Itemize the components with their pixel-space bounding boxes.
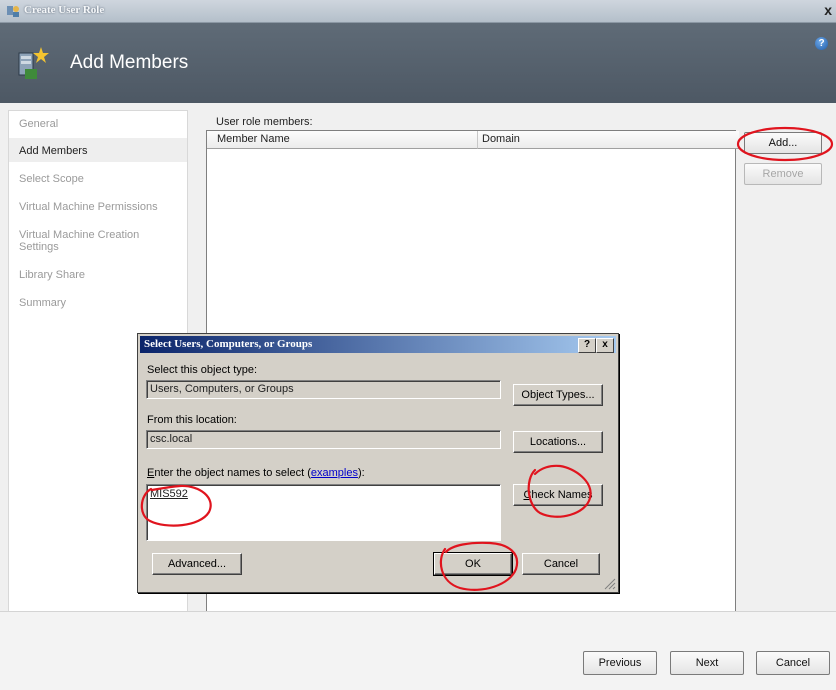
object-types-button[interactable]: Object Types... <box>513 384 603 406</box>
page-header: Add Members ? <box>0 23 836 103</box>
help-icon[interactable]: ? <box>815 37 828 50</box>
previous-button[interactable]: Previous <box>583 651 657 675</box>
resize-grip-icon[interactable] <box>604 578 616 590</box>
object-type-label: Select this object type: <box>147 364 258 376</box>
nav-item-add-members[interactable]: Add Members <box>19 145 87 157</box>
column-domain[interactable]: Domain <box>478 131 739 149</box>
ok-button[interactable]: OK <box>433 552 513 576</box>
dialog-close-icon[interactable]: x <box>596 338 614 353</box>
user-role-icon <box>7 6 19 17</box>
examples-link[interactable]: examples <box>311 467 358 479</box>
locations-button[interactable]: Locations... <box>513 431 603 453</box>
dialog-titlebar: Select Users, Computers, or Groups ? x <box>140 336 616 353</box>
dialog-help-icon[interactable]: ? <box>578 338 596 353</box>
advanced-button[interactable]: Advanced... <box>152 553 242 575</box>
nav-item-general[interactable]: General <box>19 118 58 130</box>
location-field: csc.local <box>146 430 501 449</box>
dialog-title: Select Users, Computers, or Groups <box>144 338 313 350</box>
window-title: Create User Role <box>24 4 105 16</box>
dialog-cancel-button[interactable]: Cancel <box>522 553 600 575</box>
object-names-label-text: nter the object names to select ( <box>154 467 311 479</box>
add-members-icon <box>18 47 49 79</box>
nav-item-select-scope[interactable]: Select Scope <box>19 173 84 185</box>
nav-item-vm-creation-settings[interactable]: Virtual Machine Creation Settings <box>19 229 159 253</box>
remove-button[interactable]: Remove <box>744 163 822 185</box>
page-title: Add Members <box>70 52 189 73</box>
select-users-dialog: Select Users, Computers, or Groups ? x S… <box>137 333 619 593</box>
location-label: From this location: <box>147 414 237 426</box>
members-label: User role members: <box>216 116 313 128</box>
object-names-label-end: ): <box>357 467 365 479</box>
object-type-field: Users, Computers, or Groups <box>146 380 501 399</box>
check-names-text: heck Names <box>531 489 593 501</box>
add-button[interactable]: Add... <box>744 132 822 154</box>
window-titlebar: Create User Role x <box>0 0 836 23</box>
next-button[interactable]: Next <box>670 651 744 675</box>
object-names-label: Enter the object names to select (exampl… <box>147 467 365 479</box>
object-names-value: MIS592 <box>150 488 188 500</box>
nav-item-summary[interactable]: Summary <box>19 297 66 309</box>
check-names-button[interactable]: Check Names <box>513 484 603 506</box>
object-names-input[interactable]: MIS592 <box>146 484 501 541</box>
nav-item-vm-permissions[interactable]: Virtual Machine Permissions <box>19 201 158 213</box>
nav-item-library-share[interactable]: Library Share <box>19 269 85 281</box>
column-member-name[interactable]: Member Name <box>207 131 478 149</box>
cancel-button[interactable]: Cancel <box>756 651 830 675</box>
window-close-icon[interactable]: x <box>824 2 832 18</box>
